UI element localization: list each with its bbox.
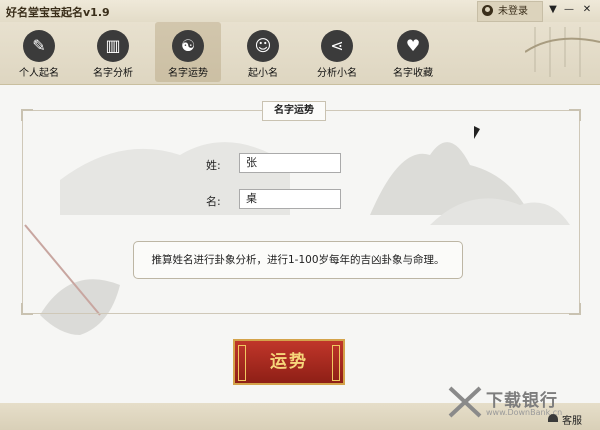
panel-title: 名字运势	[262, 101, 326, 121]
tab-personal-naming[interactable]: ✎ 个人起名	[6, 22, 72, 82]
minimize-button[interactable]: —	[562, 2, 576, 18]
mouse-cursor-icon	[474, 126, 480, 139]
given-name-label: 名:	[206, 195, 221, 208]
frame-corner	[569, 109, 581, 121]
surname-input[interactable]	[239, 153, 341, 173]
yin-yang-icon: ☯	[172, 30, 204, 62]
bar-chart-icon: ▥	[97, 30, 129, 62]
close-button[interactable]: ✕	[580, 2, 594, 18]
description-box: 推算姓名进行卦象分析，进行1-100岁每年的吉凶卦象与命理。	[133, 241, 463, 279]
login-label: 未登录	[498, 6, 528, 17]
login-button[interactable]: 未登录	[477, 1, 543, 22]
tab-label: 名字分析	[93, 68, 133, 79]
fortune-panel-frame	[21, 109, 581, 315]
tab-name-fortune[interactable]: ☯ 名字运势	[155, 22, 221, 82]
title-bar: 好名堂宝宝起名v1.9 未登录 ▼ — ✕	[0, 0, 600, 22]
tab-label: 起小名	[248, 68, 278, 79]
share-icon: ⋖	[321, 30, 353, 62]
user-icon	[482, 5, 493, 16]
heart-icon: ♥	[397, 30, 429, 62]
given-name-input[interactable]	[239, 189, 341, 209]
frame-corner	[569, 303, 581, 315]
tab-nickname[interactable]: ☺ 起小名	[230, 22, 296, 82]
tab-label: 名字收藏	[393, 68, 433, 79]
tab-label: 名字运势	[168, 68, 208, 79]
menu-dropdown-button[interactable]: ▼	[546, 2, 560, 18]
headset-icon	[548, 414, 558, 422]
tab-nickname-analysis[interactable]: ⋖ 分析小名	[304, 22, 370, 82]
surname-label: 姓:	[206, 159, 221, 172]
tab-name-favorites[interactable]: ♥ 名字收藏	[380, 22, 446, 82]
fortune-button[interactable]: 运势	[233, 339, 345, 385]
brush-painting-decoration	[525, 27, 600, 77]
watermark-logo	[448, 386, 482, 418]
baby-icon: ☺	[247, 30, 279, 62]
tab-label: 分析小名	[317, 68, 357, 79]
tab-label: 个人起名	[19, 68, 59, 79]
tab-name-analysis[interactable]: ▥ 名字分析	[80, 22, 146, 82]
pen-icon: ✎	[23, 30, 55, 62]
frame-corner	[21, 303, 33, 315]
frame-corner	[21, 109, 33, 121]
content-area: 名字运势 姓: 名: 推算姓名进行卦象分析，进行1-100岁每年的吉凶卦象与命理…	[0, 85, 600, 403]
main-toolbar: ✎ 个人起名 ▥ 名字分析 ☯ 名字运势 ☺ 起小名 ⋖ 分析小名 ♥ 名字收藏	[0, 22, 600, 85]
app-title: 好名堂宝宝起名v1.9	[6, 6, 110, 19]
customer-service-link[interactable]: 客服	[562, 412, 582, 427]
